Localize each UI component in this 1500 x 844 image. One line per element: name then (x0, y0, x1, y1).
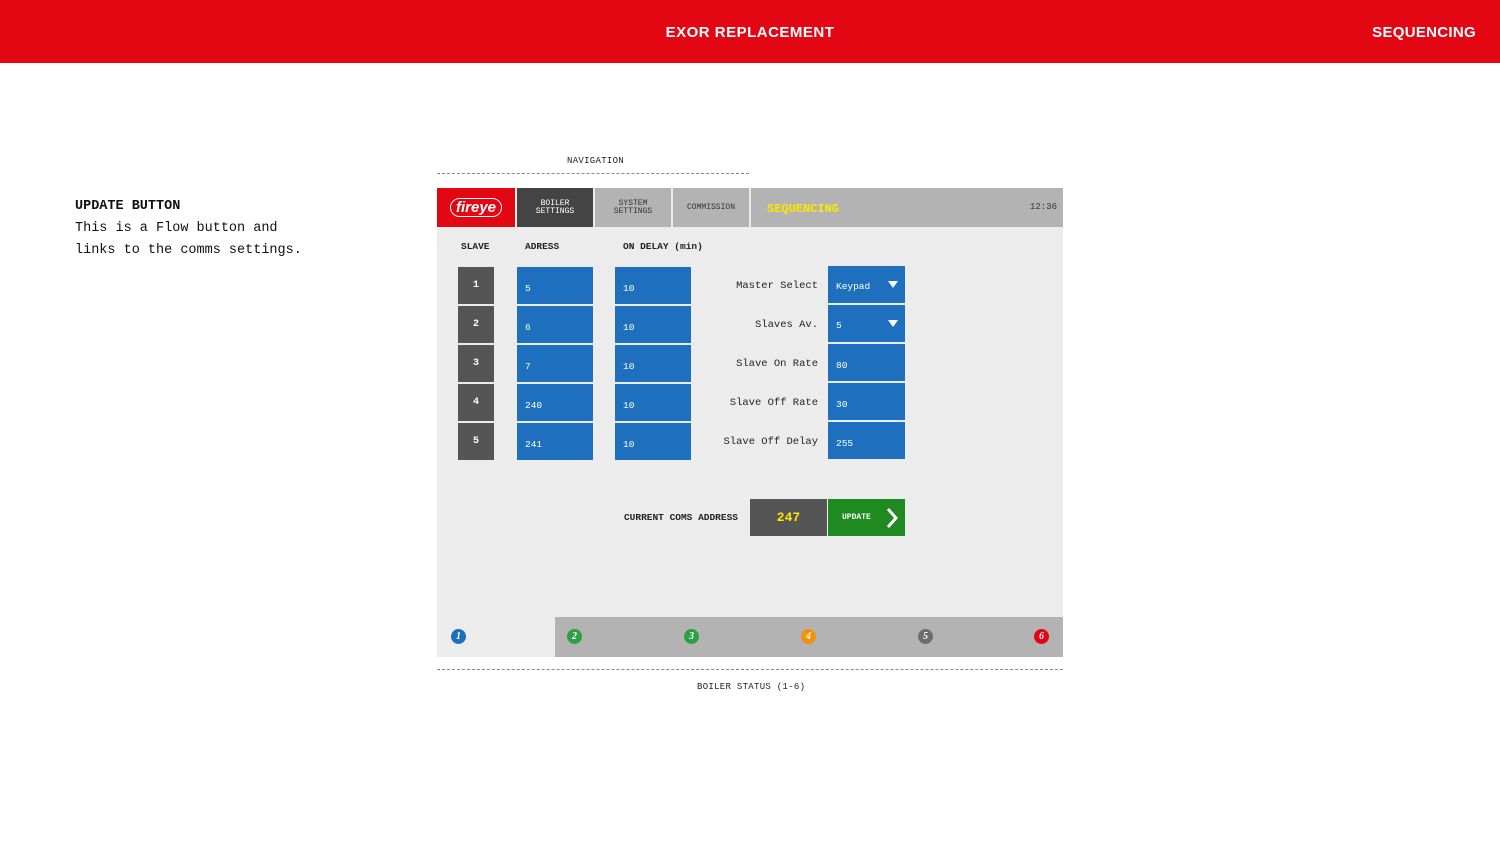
navigation-divider (437, 173, 749, 174)
boiler-status-dot[interactable]: 1 (451, 629, 466, 644)
status-divider (437, 669, 1063, 670)
address-input[interactable]: 241 (517, 423, 593, 460)
boiler-status-dot[interactable]: 5 (918, 629, 933, 644)
tab-sequencing: SEQUENCING 12:36 (751, 188, 1063, 227)
note-line: This is a Flow button and (75, 221, 278, 236)
tab-label: COMMISSION (686, 202, 735, 212)
section-title: SEQUENCING (1372, 24, 1476, 41)
slave-off-rate-input[interactable]: 30 (828, 383, 905, 420)
current-page-label: SEQUENCING (767, 202, 840, 216)
slave-off-delay-label: Slave Off Delay (723, 436, 818, 448)
boiler-status-dot[interactable]: 2 (567, 629, 582, 644)
tab-commission[interactable]: COMMISSION (673, 188, 749, 227)
address-input[interactable]: 6 (517, 306, 593, 343)
master-select-label: Master Select (736, 280, 818, 292)
chevron-down-icon (888, 281, 898, 288)
address-input[interactable]: 240 (517, 384, 593, 421)
chevron-right-icon (886, 508, 899, 528)
address-header: ADRESS (525, 241, 560, 252)
fireye-logo[interactable]: fireye (437, 188, 515, 227)
dropdown-value: 5 (836, 320, 842, 331)
coms-address-label: CURRENT COMS ADDRESS (623, 512, 738, 523)
slave-on-rate-input[interactable]: 80 (828, 344, 905, 381)
slave-number: 5 (458, 423, 494, 460)
update-label: UPDATE (842, 513, 871, 522)
note-title: UPDATE BUTTON (75, 199, 181, 214)
tab-boiler-settings[interactable]: BOILER SETTINGS (517, 188, 593, 227)
address-input[interactable]: 5 (517, 267, 593, 304)
slave-header: SLAVE (461, 241, 490, 252)
address-input[interactable]: 7 (517, 345, 593, 382)
top-bar: EXOR REPLACEMENT SEQUENCING (0, 0, 1500, 63)
slave-on-rate-label: Slave On Rate (736, 358, 818, 370)
slaves-available-dropdown[interactable]: 5 (828, 305, 905, 342)
note-line: links to the comms settings. (75, 243, 302, 258)
annotation-note: UPDATE BUTTON This is a Flow button and … (75, 196, 355, 262)
navigation-caption: NAVIGATION (567, 156, 625, 166)
page-title: EXOR REPLACEMENT (665, 24, 835, 41)
dropdown-value: Keypad (836, 281, 871, 292)
tab-system-settings[interactable]: SYSTEM SETTINGS (595, 188, 671, 227)
tab-label: SETTINGS (535, 206, 575, 216)
slave-number: 3 (458, 345, 494, 382)
tab-label: SETTINGS (613, 206, 653, 216)
master-select-dropdown[interactable]: Keypad (828, 266, 905, 303)
logo-text: fireye (449, 198, 503, 217)
coms-address-value: 247 (750, 499, 827, 536)
chevron-down-icon (888, 320, 898, 327)
slave-number: 1 (458, 267, 494, 304)
boiler-status-caption: BOILER STATUS (1-6) (697, 682, 806, 692)
delay-header: ON DELAY (min) (623, 241, 703, 252)
slave-off-delay-input[interactable]: 255 (828, 422, 905, 459)
slave-number: 2 (458, 306, 494, 343)
update-button[interactable]: UPDATE (828, 499, 905, 536)
boiler-status-dot[interactable]: 6 (1034, 629, 1049, 644)
clock: 12:36 (1029, 202, 1057, 212)
slaves-available-label: Slaves Av. (754, 319, 818, 331)
hmi-screen: fireye BOILER SETTINGS SYSTEM SETTINGS COM… (437, 188, 1063, 657)
slave-number: 4 (458, 384, 494, 421)
slave-off-rate-label: Slave Off Rate (729, 397, 818, 409)
boiler-status-dot[interactable]: 4 (801, 629, 816, 644)
boiler-status-dot[interactable]: 3 (684, 629, 699, 644)
